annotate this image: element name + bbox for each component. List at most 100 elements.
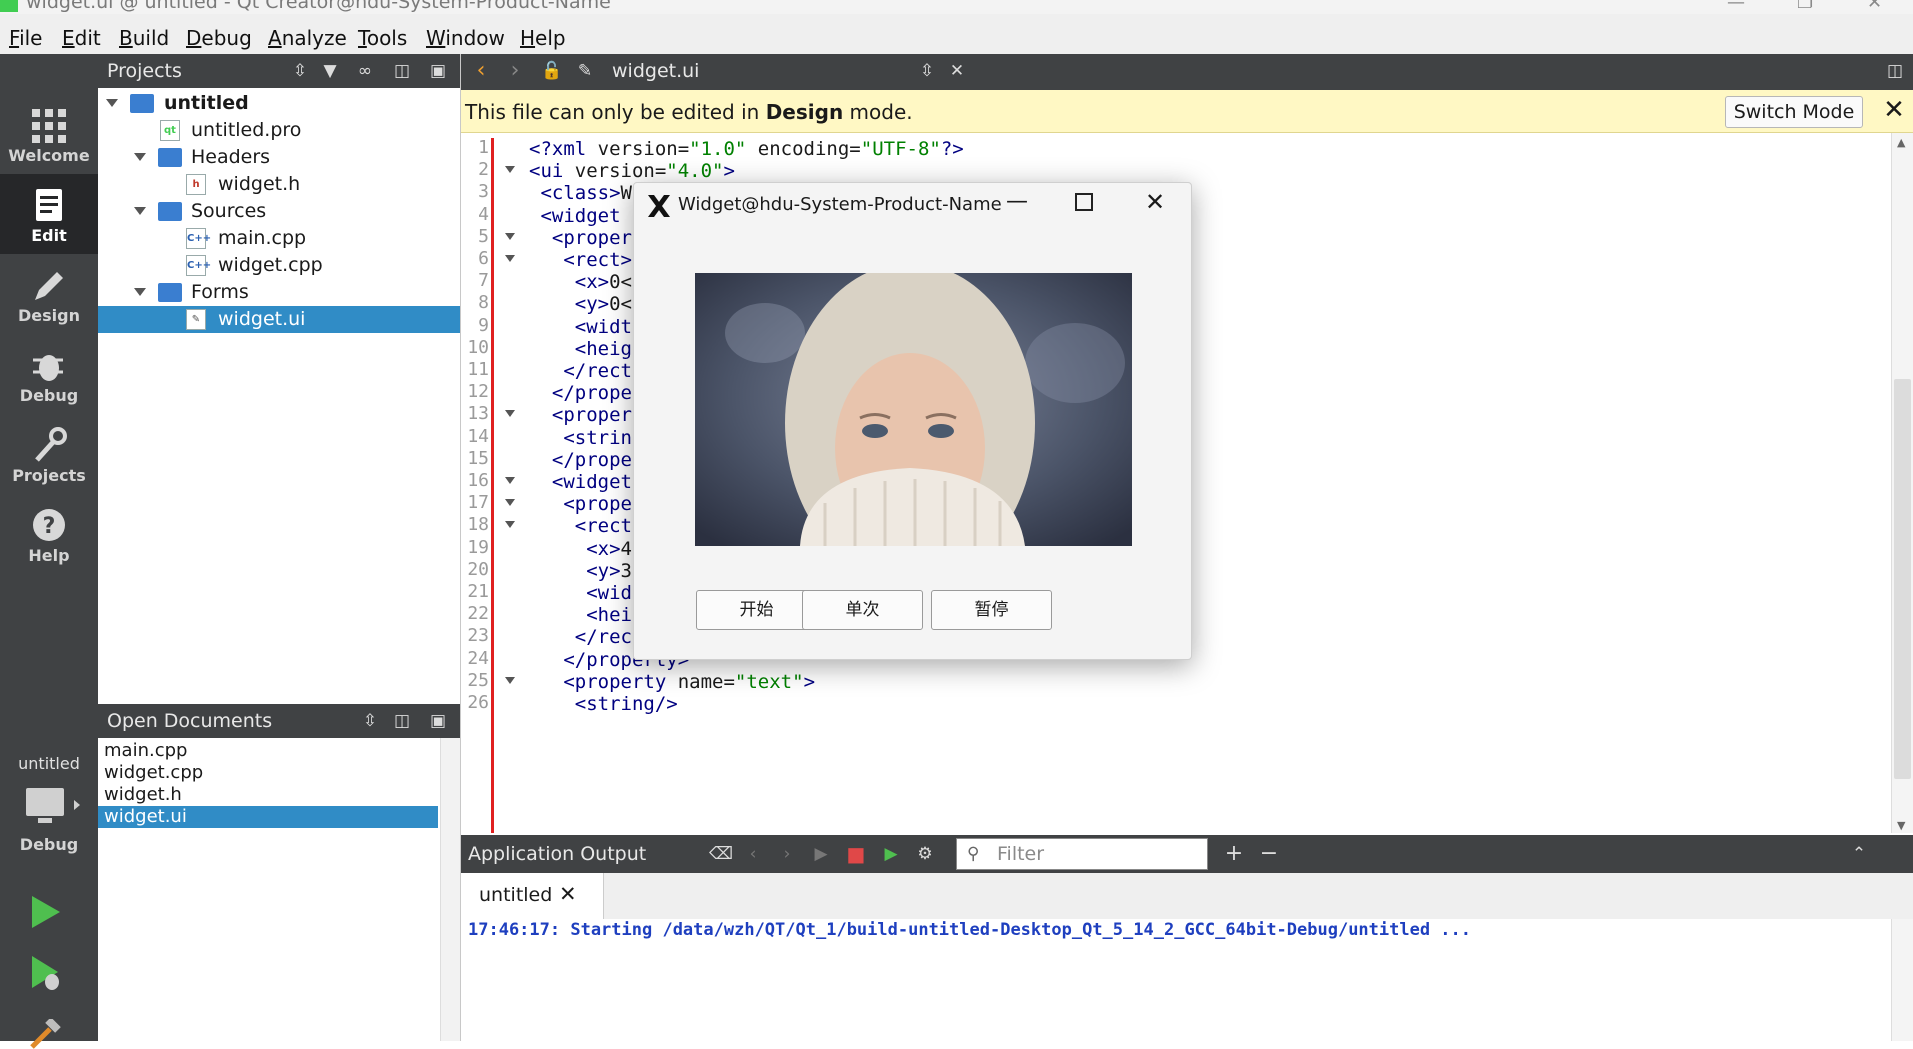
close-document-icon[interactable]: ✕	[947, 61, 967, 81]
tree-item-headers[interactable]: Headers	[98, 144, 460, 171]
next-item-icon[interactable]: ›	[777, 844, 797, 864]
switch-mode-button[interactable]: Switch Mode	[1725, 96, 1863, 128]
code-line: <rect	[574, 515, 632, 538]
open-documents-view-selector[interactable]: Open Documents	[107, 710, 272, 732]
tab-untitled[interactable]: untitled ✕	[461, 873, 604, 919]
menu-window[interactable]: Window	[426, 26, 505, 50]
previous-item-icon[interactable]: ‹	[743, 844, 763, 864]
code-line: <string/>	[574, 693, 678, 715]
mode-help[interactable]: ? Help	[0, 494, 98, 574]
tree-item-widget-cpp[interactable]: C++ widget.cpp	[98, 252, 460, 279]
projects-view-selector[interactable]: Projects	[107, 60, 182, 82]
menu-tools[interactable]: Tools	[358, 26, 407, 50]
menu-analyze[interactable]: Analyze	[268, 26, 347, 50]
collapse-arrow-icon[interactable]	[134, 153, 146, 161]
output-filter-input[interactable]: ⚲ Filter	[956, 838, 1208, 870]
close-icon[interactable]: ✕	[1879, 96, 1909, 126]
close-pane-icon[interactable]: ▣	[428, 61, 448, 81]
fold-arrow-icon[interactable]	[505, 499, 515, 507]
fold-arrow-icon[interactable]	[505, 676, 515, 684]
open-document-item[interactable]: widget.cpp	[98, 762, 438, 784]
mode-projects[interactable]: Projects	[0, 414, 98, 494]
clear-output-icon[interactable]: ⌫	[709, 844, 733, 864]
forms-folder-icon	[158, 283, 182, 302]
projects-pane-header: Projects ⇳ ▼ ∞ ◫ ▣	[98, 54, 460, 88]
single-step-button[interactable]: 单次	[802, 590, 923, 630]
filter-icon[interactable]: ▼	[320, 61, 340, 81]
collapse-arrow-icon[interactable]	[134, 288, 146, 296]
tree-item-untitled-pro[interactable]: qt untitled.pro	[98, 117, 460, 144]
settings-gear-icon[interactable]: ⚙	[915, 844, 935, 864]
mode-welcome[interactable]: Welcome	[0, 94, 98, 174]
fold-arrow-icon[interactable]	[505, 166, 515, 174]
close-icon[interactable]: ✕	[1145, 188, 1165, 216]
split-editor-icon[interactable]: ◫	[1885, 61, 1905, 81]
qt-project-icon	[130, 94, 154, 113]
fold-arrow-icon[interactable]	[505, 255, 515, 262]
open-document-item[interactable]: main.cpp	[98, 740, 438, 762]
mode-debug[interactable]: Debug	[0, 334, 98, 414]
run-icon[interactable]	[28, 894, 64, 930]
sort-arrows-icon[interactable]: ⇳	[290, 61, 310, 81]
start-button[interactable]: 开始	[696, 590, 817, 630]
navigate-back-icon[interactable]: ‹	[471, 60, 491, 82]
link-icon[interactable]: ∞	[355, 61, 375, 81]
tree-item-forms[interactable]: Forms	[98, 279, 460, 306]
split-pane-icon[interactable]: ◫	[392, 711, 412, 731]
close-window-icon[interactable]: ✕	[1867, 0, 1882, 13]
open-documents-scrollbar[interactable]	[440, 738, 461, 1041]
code-line: <prope	[563, 493, 632, 516]
collapse-arrow-icon[interactable]	[134, 207, 146, 215]
line-number: 15	[467, 447, 489, 469]
sort-arrows-icon[interactable]: ⇳	[360, 711, 380, 731]
sort-arrows-icon[interactable]: ⇳	[917, 61, 937, 81]
lock-icon[interactable]: 🔓	[541, 61, 562, 81]
minimize-icon[interactable]: —	[1006, 189, 1028, 214]
tree-item-widget-ui[interactable]: ✎ widget.ui	[98, 306, 460, 333]
menu-help[interactable]: Help	[520, 26, 566, 50]
stop-icon[interactable]: ■	[846, 844, 866, 864]
menu-edit[interactable]: Edit	[62, 26, 101, 50]
build-hammer-icon[interactable]	[28, 1019, 64, 1049]
close-pane-icon[interactable]: ▣	[428, 711, 448, 731]
open-document-item-selected[interactable]: widget.ui	[98, 806, 438, 828]
maximize-pane-icon[interactable]: ⌃	[1849, 844, 1869, 864]
output-text-area[interactable]: 17:46:17: Starting /data/wzh/QT/Qt_1/bui…	[461, 919, 1913, 1041]
tree-item-widget-h[interactable]: h widget.h	[98, 171, 460, 198]
open-file-selector[interactable]: widget.ui	[612, 60, 699, 82]
zoom-in-icon[interactable]: +	[1224, 843, 1244, 865]
open-document-item[interactable]: widget.h	[98, 784, 438, 806]
close-tab-icon[interactable]: ✕	[559, 882, 577, 906]
mode-edit[interactable]: Edit	[0, 174, 98, 254]
mode-design[interactable]: Design	[0, 254, 98, 334]
minimize-window-icon[interactable]: —	[1727, 0, 1745, 13]
menu-debug[interactable]: Debug	[186, 26, 252, 50]
navigate-forward-icon[interactable]: ›	[505, 60, 525, 82]
pause-button[interactable]: 暂停	[931, 590, 1052, 630]
debug-run-icon[interactable]	[28, 954, 64, 992]
code-line: <proper	[551, 404, 632, 427]
split-pane-icon[interactable]: ◫	[392, 61, 412, 81]
output-scrollbar[interactable]	[1891, 919, 1913, 1041]
maximize-icon[interactable]	[1075, 193, 1093, 211]
zoom-out-icon[interactable]: −	[1259, 843, 1279, 865]
collapse-arrow-icon[interactable]	[106, 99, 118, 107]
fold-arrow-icon[interactable]	[505, 521, 515, 529]
menu-build[interactable]: Build	[119, 26, 169, 50]
attach-debugger-icon[interactable]: ▶	[881, 844, 901, 864]
tree-item-sources[interactable]: Sources	[98, 198, 460, 225]
tree-item-main-cpp[interactable]: C++ main.cpp	[98, 225, 460, 252]
fold-arrow-icon[interactable]	[505, 410, 515, 418]
fold-arrow-icon[interactable]	[505, 477, 515, 484]
maximize-window-icon[interactable]: ❐	[1797, 0, 1813, 13]
ui-form-file-icon: ✎	[186, 309, 206, 330]
menu-file[interactable]: File	[9, 26, 42, 50]
help-icon: ?	[33, 509, 65, 541]
kit-build-config: Debug	[19, 835, 79, 854]
kit-selector-monitor-icon[interactable]	[24, 786, 84, 836]
editor-scrollbar[interactable]: ▲ ▼	[1891, 133, 1913, 833]
fold-arrow-icon[interactable]	[505, 232, 515, 240]
tree-item-untitled[interactable]: untitled	[98, 90, 460, 117]
rerun-icon[interactable]: ▶	[811, 844, 831, 864]
code-line: <widget	[540, 204, 621, 227]
